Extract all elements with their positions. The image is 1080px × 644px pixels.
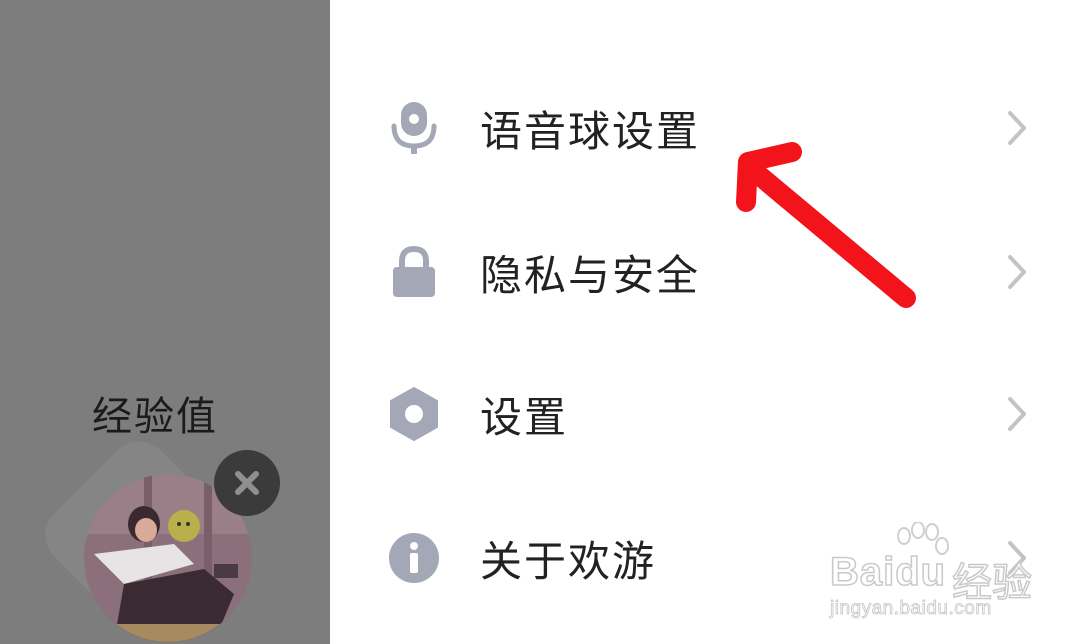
experience-label: 经验值 [92, 394, 218, 440]
menu-item-label: 隐私与安全 [480, 250, 701, 300]
microphone-icon [386, 100, 442, 156]
close-icon [235, 471, 259, 495]
screen: 经验值 语音球设置 隐私与安全 设置 关于欢游 Baidu 经验 jingyan… [0, 0, 1080, 644]
info-icon [386, 530, 442, 586]
watermark-brand: Baidu [829, 549, 947, 595]
chevron-right-icon [1008, 111, 1026, 145]
menu-item-label: 设置 [480, 392, 569, 442]
dimmed-background-panel[interactable]: 经验值 [0, 0, 330, 644]
menu-item-label: 关于欢游 [480, 536, 657, 586]
chevron-right-icon [1008, 397, 1026, 431]
hexagon-gear-icon [386, 386, 442, 442]
close-button[interactable] [214, 450, 280, 516]
menu-item-settings[interactable]: 设置 [330, 354, 1080, 474]
lock-icon [386, 244, 442, 300]
watermark-url: jingyan.baidu.com [830, 598, 992, 620]
menu-item-voice-ball-settings[interactable]: 语音球设置 [330, 68, 1080, 188]
menu-item-label: 语音球设置 [480, 106, 701, 156]
baidu-jingyan-watermark: Baidu 经验 jingyan.baidu.com [826, 522, 1066, 622]
menu-item-privacy-security[interactable]: 隐私与安全 [330, 212, 1080, 332]
chevron-right-icon [1008, 255, 1026, 289]
